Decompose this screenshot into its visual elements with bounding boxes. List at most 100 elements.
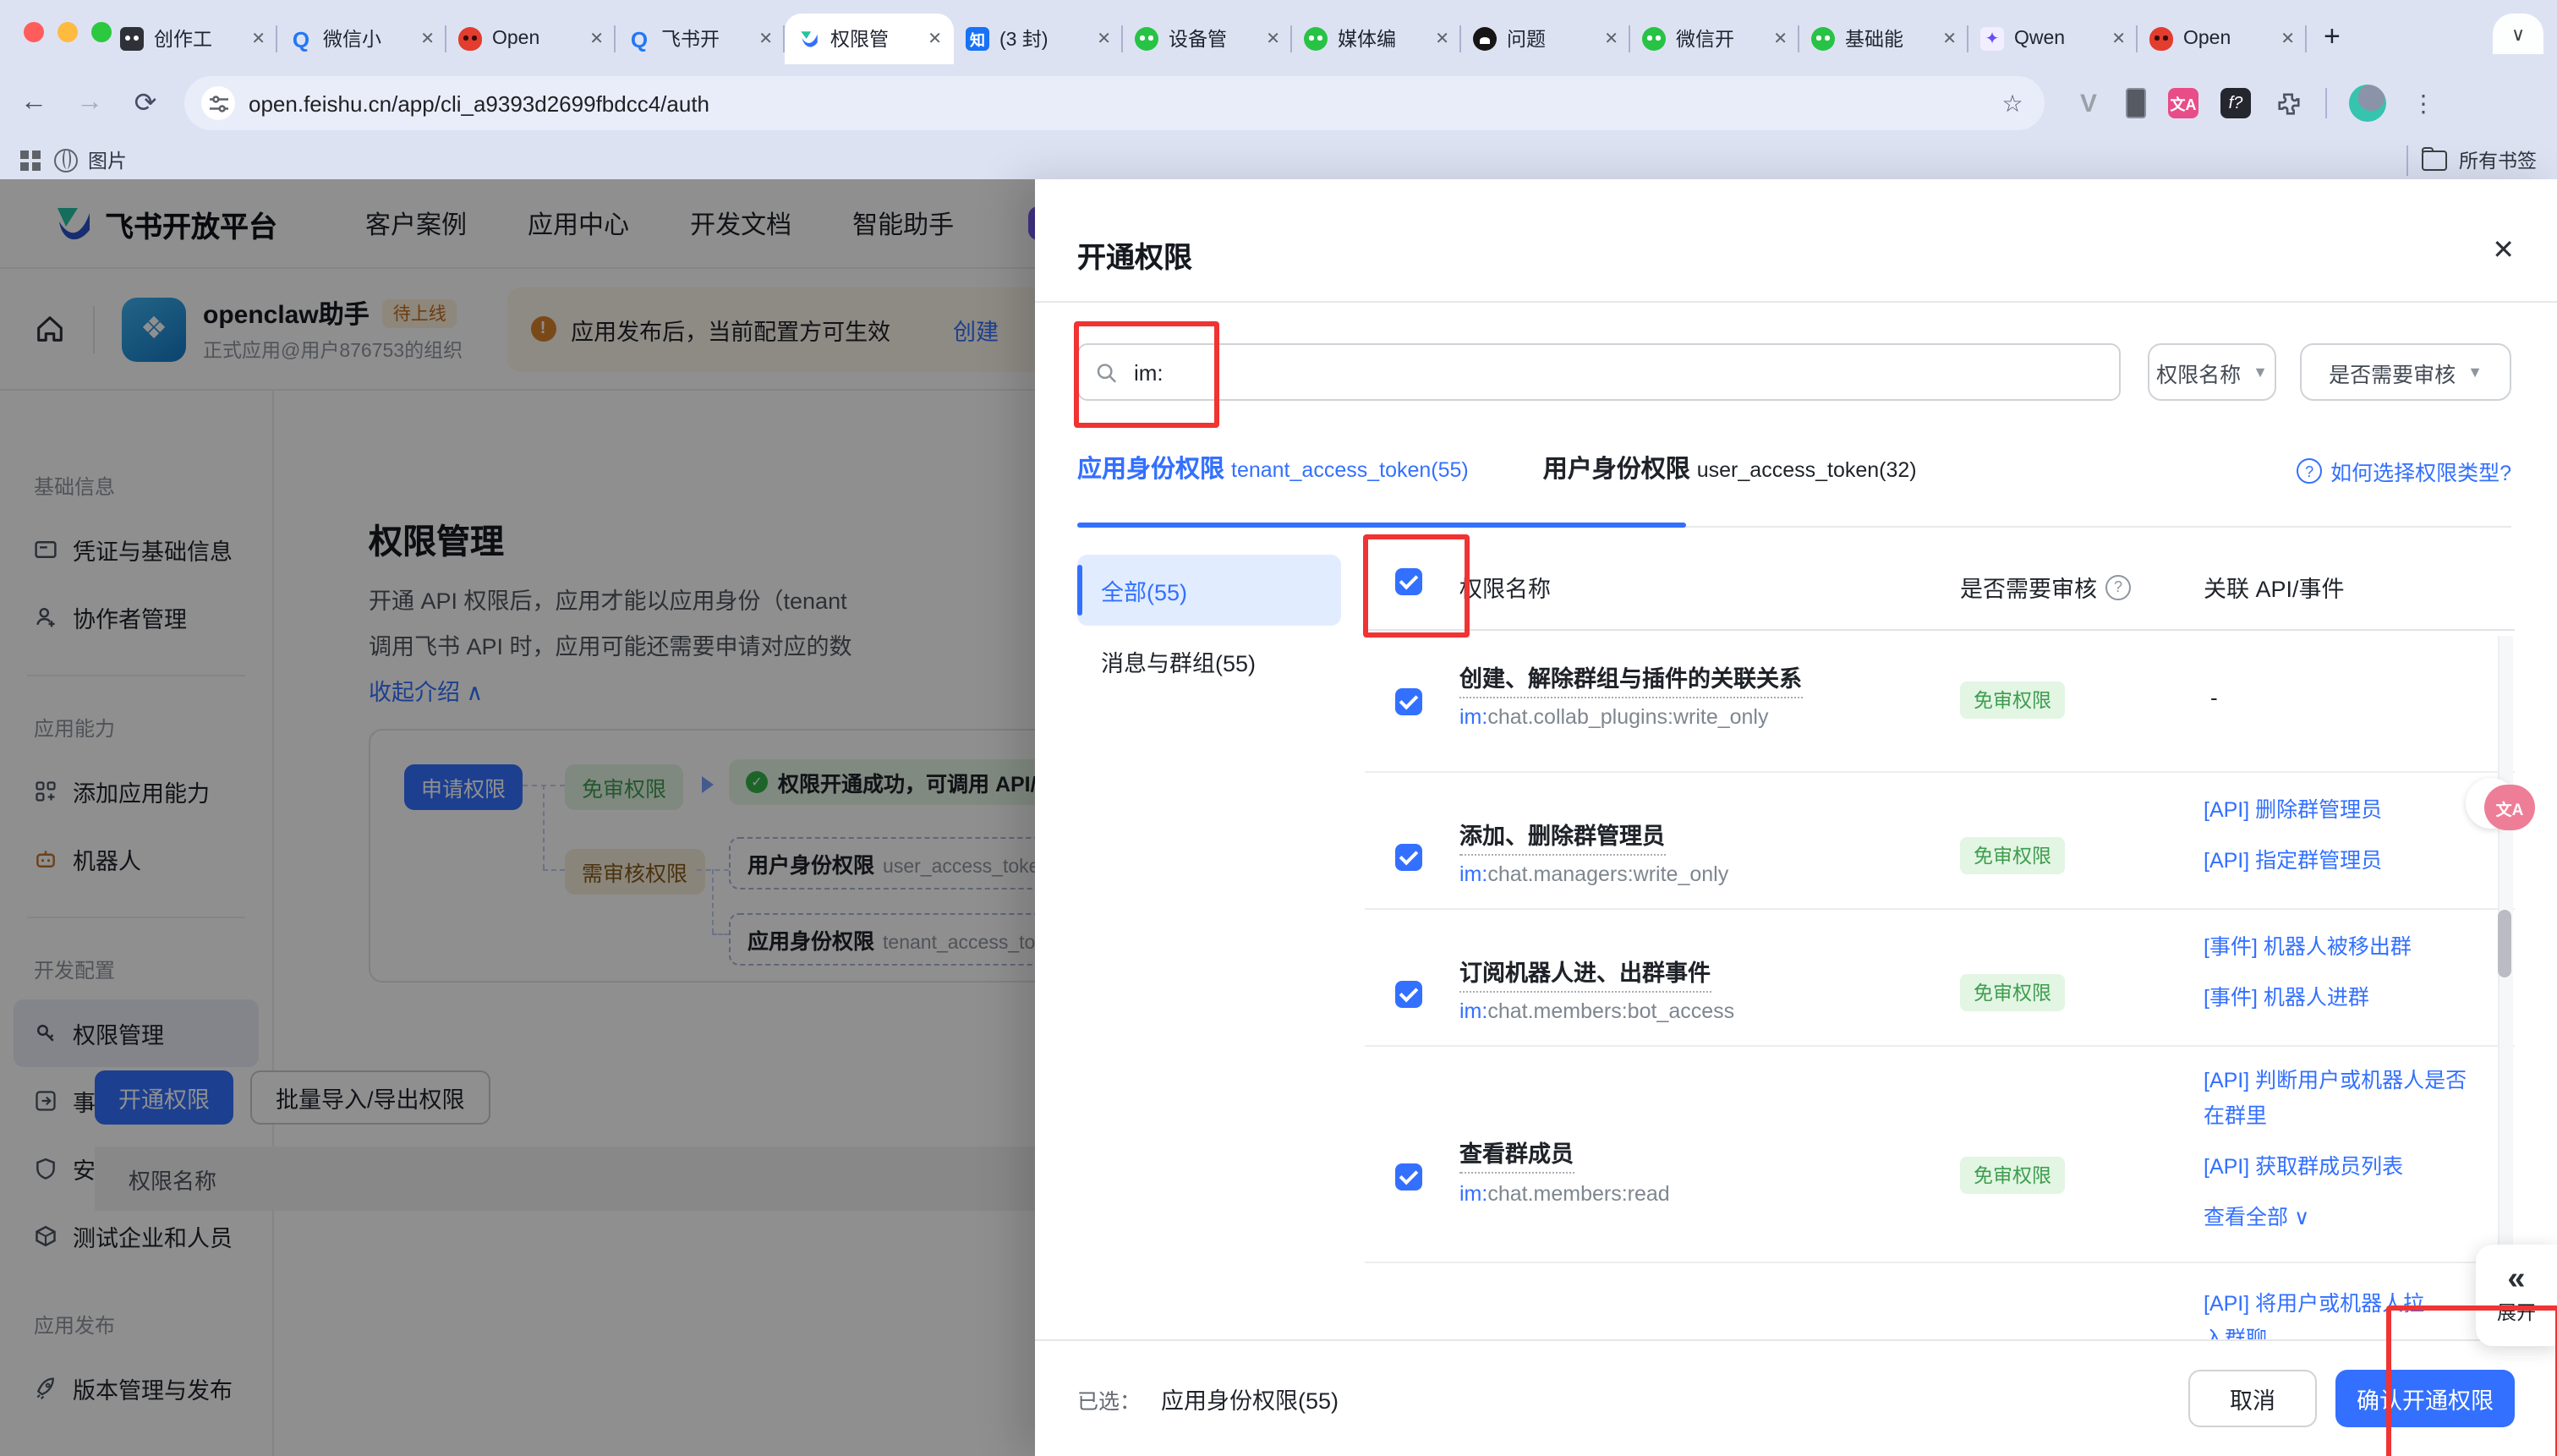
close-tab-icon[interactable]: ✕: [589, 30, 604, 48]
category-message-group[interactable]: 消息与群组(55): [1077, 626, 1341, 697]
chevron-down-icon: ▼: [2253, 364, 2268, 380]
question-circle-icon[interactable]: ?: [2105, 574, 2131, 599]
fonts-extension-icon[interactable]: f?: [2220, 88, 2251, 118]
browser-tab[interactable]: Open✕: [446, 14, 616, 64]
event-link[interactable]: [事件] 机器人被移出群: [2204, 930, 2471, 966]
bookmark-item[interactable]: 图片: [54, 146, 127, 173]
browser-tab-active[interactable]: 权限管✕: [785, 14, 954, 64]
table-row: 订阅机器人进、出群事件 im:chat.members:bot_access 免…: [1365, 910, 2515, 1047]
toolbar-divider: [2325, 88, 2327, 118]
profile-avatar[interactable]: [2349, 85, 2386, 122]
cancel-button[interactable]: 取消: [2188, 1370, 2317, 1427]
forward-button[interactable]: →: [73, 88, 107, 118]
browser-tab[interactable]: Q飞书开✕: [616, 14, 785, 64]
close-tab-icon[interactable]: ✕: [2280, 30, 2295, 48]
feishu-icon: [797, 27, 820, 51]
see-all-link[interactable]: 查看全部 ∨: [2204, 1201, 2471, 1236]
close-tab-icon[interactable]: ✕: [1773, 30, 1788, 48]
column-header-review: 是否需要审核?: [1960, 570, 2131, 604]
permission-table: 权限名称 是否需要审核? 关联 API/事件 创建、解除群组与插件的关联关系 i…: [1365, 534, 2515, 1348]
zhihu-icon: 知: [966, 27, 989, 51]
close-tab-icon[interactable]: ✕: [251, 30, 266, 48]
browser-tabs: 创作工✕ Q微信小✕ Open✕ Q飞书开✕ 权限管✕ 知(3 封)✕ 设备管✕…: [108, 0, 2341, 64]
close-tab-icon[interactable]: ✕: [1435, 30, 1449, 48]
back-button[interactable]: ←: [17, 88, 51, 118]
browser-tab[interactable]: ✦Qwen✕: [1968, 14, 2138, 64]
permission-search-input[interactable]: [1077, 343, 2121, 401]
modal-dim-overlay[interactable]: [0, 179, 1035, 1456]
browser-toolbar: ← → ⟳ open.feishu.cn/app/cli_a9393d2699f…: [0, 64, 2557, 142]
chrome-menu-icon[interactable]: ⋮: [2408, 88, 2439, 118]
search-value[interactable]: [1131, 358, 2102, 386]
api-link[interactable]: [API] 删除群管理员: [2204, 793, 2471, 829]
address-bar[interactable]: open.feishu.cn/app/cli_a9393d2699fbdcc4/…: [184, 76, 2045, 130]
review-badge: 免审权限: [1960, 681, 2065, 719]
row-checkbox[interactable]: [1395, 981, 1422, 1008]
url-text[interactable]: open.feishu.cn/app/cli_a9393d2699fbdcc4/…: [249, 90, 1984, 116]
browser-tab[interactable]: 微信开✕: [1630, 14, 1799, 64]
browser-tab[interactable]: 媒体编✕: [1292, 14, 1461, 64]
column-header-api: 关联 API/事件: [2204, 570, 2345, 604]
scrollbar-thumb[interactable]: [2498, 910, 2511, 977]
tab-search-chevron-icon[interactable]: ∨: [2493, 14, 2543, 54]
browser-tab[interactable]: Open✕: [2138, 14, 2307, 64]
site-settings-icon[interactable]: [201, 86, 235, 120]
close-tab-icon[interactable]: ✕: [420, 30, 435, 48]
permission-name: 订阅机器人进、出群事件: [1459, 954, 1711, 993]
all-bookmarks-button[interactable]: 所有书签: [2422, 146, 2537, 173]
how-to-choose-link[interactable]: ?如何选择权限类型?: [2297, 455, 2511, 487]
browser-tab[interactable]: 知(3 封)✕: [954, 14, 1123, 64]
permission-scope: im:chat.managers:write_only: [1459, 862, 1728, 886]
close-tab-icon[interactable]: ✕: [1604, 30, 1618, 48]
token-type-tabs: 应用身份权限tenant_access_token(55) 用户身份权限user…: [1077, 450, 1917, 509]
question-circle-icon: ?: [2297, 458, 2322, 484]
browser-chrome: 创作工✕ Q微信小✕ Open✕ Q飞书开✕ 权限管✕ 知(3 封)✕ 设备管✕…: [0, 0, 2557, 181]
chevron-down-icon: ▼: [2467, 364, 2483, 380]
close-window-button[interactable]: [24, 22, 44, 42]
new-tab-button[interactable]: +: [2324, 20, 2341, 54]
tab-tenant-token[interactable]: 应用身份权限tenant_access_token(55): [1077, 450, 1469, 509]
tab-user-token[interactable]: 用户身份权限user_access_token(32): [1543, 450, 1917, 509]
permission-name: 添加、删除群管理员: [1459, 817, 1665, 856]
close-tab-icon[interactable]: ✕: [758, 30, 773, 48]
vue-devtools-icon[interactable]: V: [2073, 88, 2104, 118]
close-tab-icon[interactable]: ✕: [1097, 30, 1111, 48]
browser-tab[interactable]: 基础能✕: [1799, 14, 1968, 64]
browser-tab[interactable]: 问题✕: [1461, 14, 1630, 64]
extension-icons: V 文A f? ⋮: [2073, 85, 2439, 122]
active-tab-indicator: [1077, 523, 1686, 528]
selected-label: 已选：: [1077, 1382, 1141, 1415]
category-all[interactable]: 全部(55): [1077, 555, 1341, 626]
api-link[interactable]: [API] 获取群成员列表: [2204, 1150, 2471, 1185]
window-controls: [24, 22, 112, 42]
api-link[interactable]: [API] 指定群管理员: [2204, 844, 2471, 879]
row-checkbox[interactable]: [1395, 844, 1422, 871]
row-checkbox[interactable]: [1395, 1163, 1422, 1191]
close-tab-icon[interactable]: ✕: [928, 30, 942, 48]
reload-button[interactable]: ⟳: [129, 86, 162, 120]
browser-tab[interactable]: Q微信小✕: [277, 14, 446, 64]
apps-grid-icon[interactable]: [20, 150, 41, 170]
minimize-window-button[interactable]: [57, 22, 78, 42]
close-icon[interactable]: ✕: [2492, 233, 2515, 267]
event-link[interactable]: [事件] 机器人进群: [2204, 981, 2471, 1016]
bookmarks-bar: 图片 所有书签: [0, 142, 2557, 178]
filter-permission-name-select[interactable]: 权限名称▼: [2148, 343, 2276, 401]
translate-extension-icon[interactable]: 文A: [2168, 88, 2198, 118]
filter-review-select[interactable]: 是否需要审核▼: [2300, 343, 2511, 401]
api-link[interactable]: [API] 判断用户或机器人是否在群里: [2204, 1064, 2471, 1135]
close-tab-icon[interactable]: ✕: [2111, 30, 2126, 48]
close-tab-icon[interactable]: ✕: [1942, 30, 1957, 48]
browser-tab[interactable]: 设备管✕: [1123, 14, 1292, 64]
extensions-puzzle-icon[interactable]: [2273, 88, 2303, 118]
divider: [1035, 301, 2557, 303]
browser-tab[interactable]: 创作工✕: [108, 14, 277, 64]
bookmark-star-icon[interactable]: ☆: [1997, 88, 2028, 118]
q-blue-icon: Q: [627, 27, 651, 51]
device-emulation-icon[interactable]: [2126, 88, 2146, 118]
immersive-translate-fab[interactable]: 文A: [2484, 785, 2535, 830]
row-checkbox[interactable]: [1395, 688, 1422, 715]
collapse-chevrons-icon: «: [2507, 1265, 2525, 1295]
close-tab-icon[interactable]: ✕: [1266, 30, 1280, 48]
api-links: [事件] 机器人被移出群 [事件] 机器人进群: [2204, 930, 2471, 1032]
